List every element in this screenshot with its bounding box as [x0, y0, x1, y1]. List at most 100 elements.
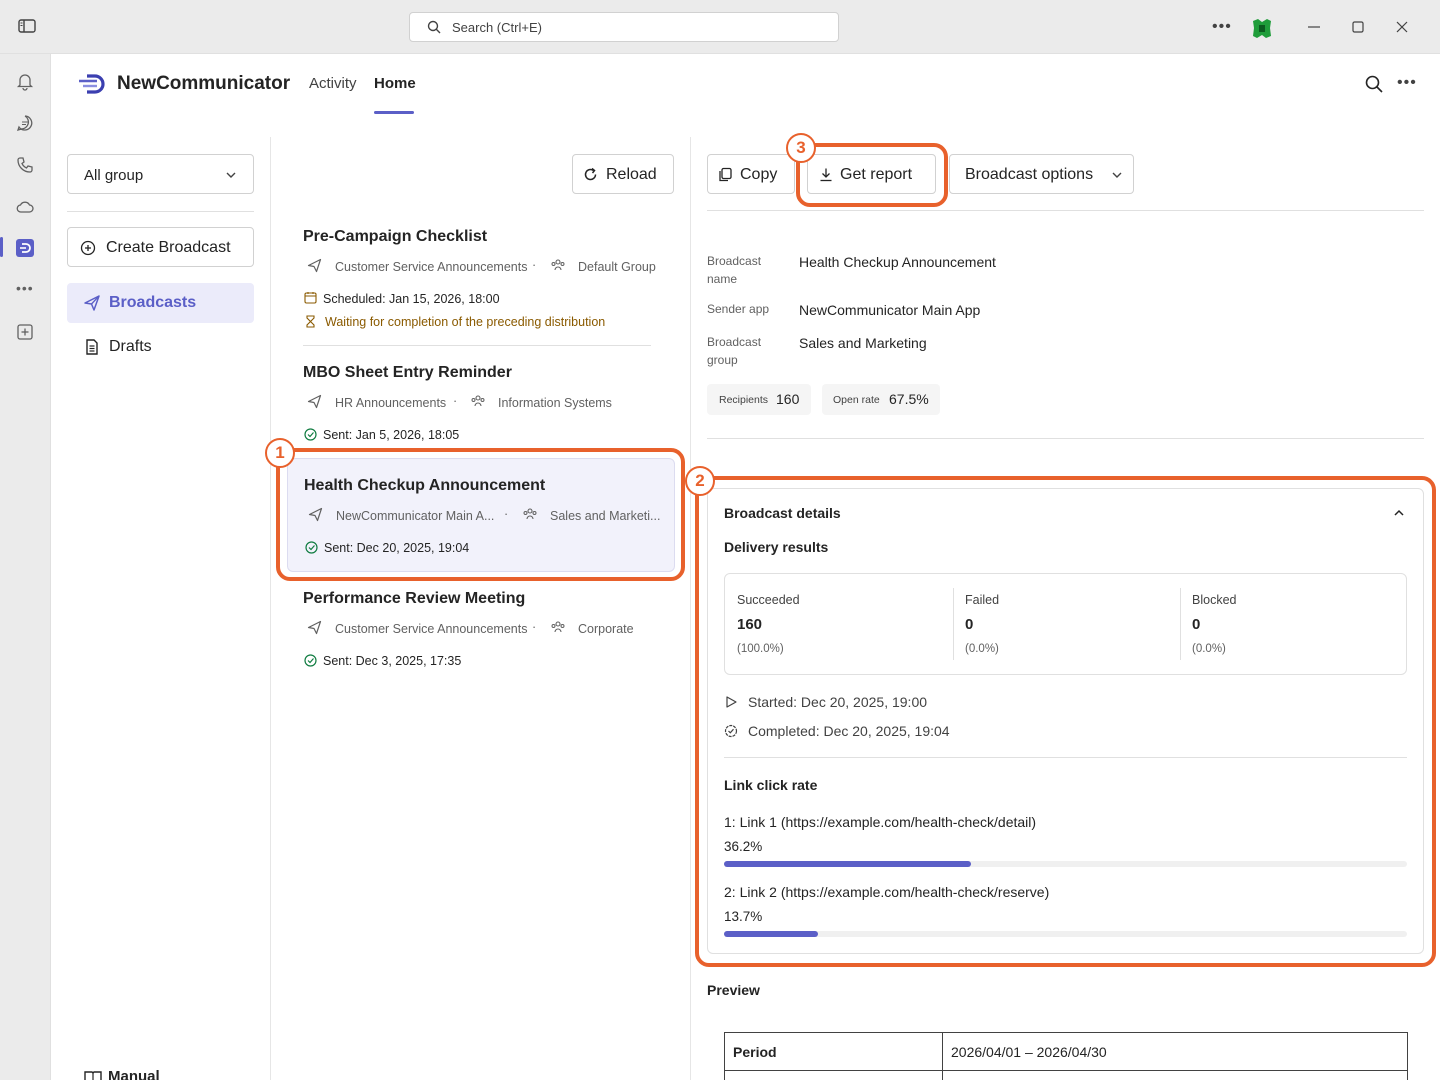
search-icon[interactable]	[1365, 75, 1383, 93]
sidebar-toggle-icon[interactable]	[18, 18, 36, 34]
meta-separator: ·	[532, 258, 537, 272]
more-options-icon[interactable]: •••	[1397, 74, 1417, 92]
bell-icon[interactable]	[15, 71, 35, 91]
tab-home[interactable]: Home	[374, 75, 416, 92]
manual-label: Manual	[108, 1068, 160, 1080]
reload-label: Reload	[606, 166, 657, 183]
broadcast-title: Performance Review Meeting	[303, 590, 526, 607]
group-icon	[471, 395, 485, 407]
group-icon	[551, 259, 565, 271]
recipients-badge: Recipients 160	[707, 384, 811, 415]
app-header: NewCommunicator Activity Home •••	[52, 54, 1440, 114]
open-rate-value: 67.5%	[889, 391, 929, 407]
send-icon	[84, 295, 100, 311]
broadcast-sender: HR Announcements	[335, 396, 447, 410]
group-filter-dropdown[interactable]: All group	[67, 154, 254, 194]
tab-activity[interactable]: Activity	[309, 75, 357, 92]
minimize-icon[interactable]	[1304, 17, 1324, 37]
open-rate-badge: Open rate 67.5%	[822, 384, 940, 415]
app-logo	[79, 74, 105, 94]
hourglass-icon	[306, 315, 315, 328]
broadcast-group: Corporate	[578, 622, 634, 636]
app-rail: •••	[0, 54, 51, 1080]
check-circle-icon	[304, 428, 317, 441]
broadcast-group: Default Group	[578, 260, 656, 274]
broadcast-options-label: Broadcast options	[965, 166, 1094, 183]
profile-avatar[interactable]	[1250, 16, 1274, 40]
rail-active-indicator	[0, 237, 3, 257]
broadcast-status: Sent: Dec 3, 2025, 17:35	[323, 654, 462, 668]
broadcast-title: MBO Sheet Entry Reminder	[303, 364, 512, 381]
recipients-label: Recipients	[719, 394, 769, 406]
nav-item-broadcasts[interactable]: Broadcasts	[67, 283, 254, 323]
broadcast-sender: Customer Service Announcements	[335, 260, 528, 274]
preview-title: Preview	[707, 982, 760, 998]
open-rate-label: Open rate	[833, 394, 880, 406]
document-icon	[86, 339, 98, 355]
chevron-down-icon	[1112, 172, 1122, 178]
nav-separator	[67, 211, 254, 212]
copy-button[interactable]: Copy	[707, 154, 795, 194]
nav-divider	[270, 137, 271, 1080]
tab-home-indicator	[374, 111, 414, 114]
cloud-icon[interactable]	[15, 197, 35, 217]
preview-table: Period 2026/04/01 – 2026/04/30	[724, 1032, 1408, 1080]
send-icon	[307, 394, 322, 409]
field-value: NewCommunicator Main App	[799, 302, 981, 318]
broadcast-options-button[interactable]: Broadcast options	[949, 154, 1134, 194]
chevron-down-icon	[226, 172, 236, 178]
check-circle-icon	[304, 654, 317, 667]
maximize-icon[interactable]	[1348, 17, 1368, 37]
search-icon	[427, 20, 441, 34]
nav-item-label: Drafts	[109, 338, 152, 355]
nav-item-label: Broadcasts	[109, 294, 197, 311]
add-app-icon[interactable]	[15, 322, 35, 342]
annotation-badge-2: 2	[685, 466, 715, 496]
app-name: NewCommunicator	[117, 73, 291, 94]
annotation-badge-1: 1	[265, 438, 295, 468]
close-icon[interactable]	[1392, 17, 1412, 37]
annotation-box-2	[695, 476, 1436, 967]
phone-icon[interactable]	[15, 155, 35, 175]
calendar-icon	[304, 292, 317, 304]
list-separator	[303, 345, 651, 346]
broadcast-status: Sent: Jan 5, 2026, 18:05	[323, 428, 460, 442]
refresh-icon	[584, 167, 597, 181]
table-row	[724, 1070, 1408, 1080]
annotation-box-3	[796, 143, 948, 207]
copy-label: Copy	[740, 166, 778, 183]
table-cell-key	[724, 1070, 943, 1080]
table-cell-value: 2026/04/01 – 2026/04/30	[942, 1032, 1408, 1071]
field-key: Broadcast name	[707, 254, 762, 286]
broadcast-list-item[interactable]: Performance Review Meeting Customer Serv…	[287, 586, 675, 676]
summary-separator	[707, 438, 1424, 439]
newcommunicator-app-icon[interactable]	[15, 238, 35, 258]
more-options-icon[interactable]: •••	[1212, 18, 1232, 36]
reload-button[interactable]: Reload	[572, 154, 674, 194]
group-filter-value: All group	[84, 167, 144, 184]
chat-icon[interactable]	[15, 113, 35, 133]
annotation-box-1	[276, 448, 685, 581]
create-broadcast-button[interactable]: Create Broadcast	[67, 227, 254, 267]
actions-separator	[707, 210, 1424, 211]
copy-icon	[719, 167, 732, 182]
meta-separator: ·	[532, 620, 537, 634]
send-icon	[307, 620, 322, 635]
broadcast-list-item[interactable]: MBO Sheet Entry Reminder HR Announcement…	[287, 360, 675, 450]
broadcast-group: Information Systems	[498, 396, 612, 410]
field-key: Sender app	[707, 302, 770, 316]
more-apps-icon[interactable]: •••	[16, 280, 36, 300]
add-circle-icon	[80, 240, 96, 256]
list-divider	[690, 137, 691, 1080]
broadcast-waiting-note: Waiting for completion of the preceding …	[325, 315, 606, 329]
nav-item-drafts[interactable]: Drafts	[67, 327, 254, 367]
search-placeholder: Search (Ctrl+E)	[452, 20, 542, 35]
book-icon	[84, 1071, 102, 1080]
table-row: Period 2026/04/01 – 2026/04/30	[724, 1032, 1408, 1071]
field-value: Health Checkup Announcement	[799, 254, 996, 270]
search-input[interactable]: Search (Ctrl+E)	[409, 12, 839, 42]
annotation-badge-3: 3	[786, 133, 816, 163]
table-cell-value	[942, 1070, 1408, 1080]
broadcast-list-item[interactable]: Pre-Campaign Checklist Customer Service …	[287, 224, 675, 334]
title-bar: Search (Ctrl+E) •••	[0, 0, 1440, 54]
